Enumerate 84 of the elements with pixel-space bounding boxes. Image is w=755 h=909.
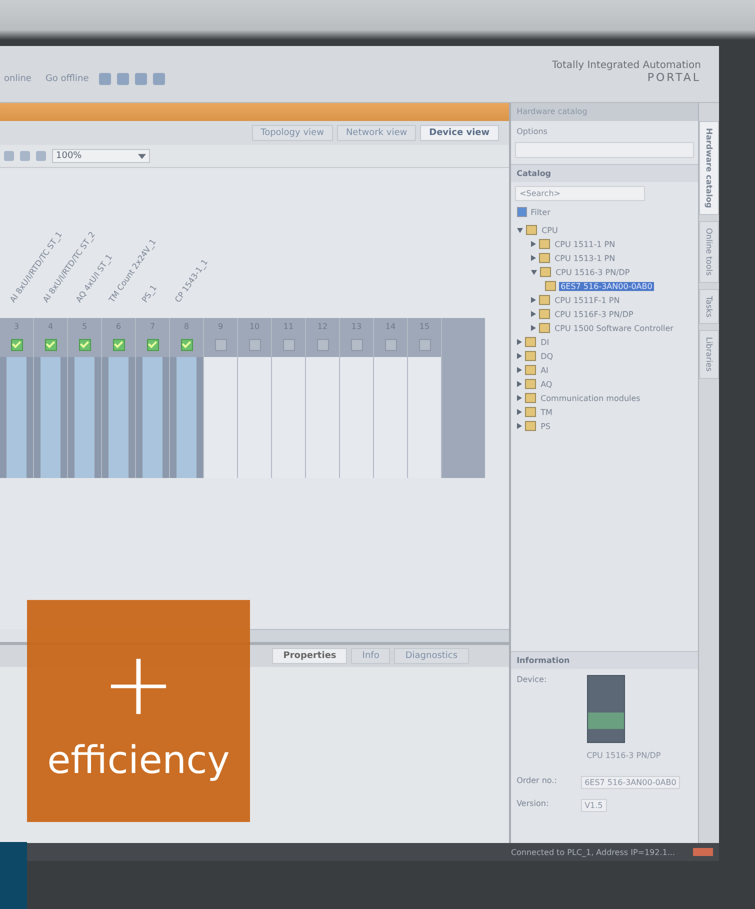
module-drawing [586, 675, 625, 743]
tree-item[interactable]: Communication modules [538, 394, 642, 402]
module-slot[interactable] [102, 357, 135, 478]
toolbar-icon[interactable] [98, 73, 111, 85]
scroll-bar[interactable] [250, 629, 509, 642]
folder-icon [538, 253, 550, 263]
folder-icon [538, 323, 550, 333]
search-field[interactable]: <Search> [514, 186, 645, 201]
tree-item[interactable]: CPU 1516F-3 PN/DP [552, 310, 636, 318]
folder-icon [526, 225, 537, 235]
folder-icon [524, 393, 536, 403]
tree-item[interactable]: TM [538, 408, 554, 416]
toolbar-button[interactable]: Go offline [41, 74, 93, 84]
tree-item[interactable]: 6ES7 516-3AN00-0AB0 [558, 282, 654, 290]
inspector-tab[interactable]: Diagnostics [394, 648, 469, 664]
section-heading: Information [510, 651, 698, 669]
tree-item[interactable]: CPU 1513-1 PN [552, 254, 618, 262]
panel-title: Hardware catalog [510, 103, 698, 121]
folder-icon [538, 295, 550, 305]
module-slot[interactable] [136, 357, 169, 478]
view-tab[interactable]: Device view [420, 125, 499, 141]
side-tab[interactable]: Libraries [699, 330, 719, 379]
module-slot[interactable] [34, 357, 67, 478]
side-tab[interactable]: Hardware catalog [699, 121, 719, 216]
module-slot[interactable] [204, 357, 237, 478]
toolbar-icon[interactable] [116, 73, 129, 85]
folder-icon [524, 421, 536, 431]
tree-item[interactable]: CPU 1500 Software Controller [552, 324, 676, 332]
field-label: Version: [516, 799, 550, 810]
folder-icon [538, 309, 550, 319]
module-slot[interactable] [170, 357, 203, 478]
side-tab[interactable]: Tasks [699, 288, 719, 324]
folder-icon [524, 365, 536, 375]
tree-item[interactable]: AQ [538, 380, 554, 388]
module-slot[interactable] [374, 357, 407, 478]
zoom-dropdown[interactable]: 100% [52, 149, 150, 163]
toolbar-icon[interactable] [134, 73, 147, 85]
folder-icon [524, 337, 536, 347]
folder-icon [524, 379, 536, 389]
folder-icon [524, 351, 536, 361]
section-heading: Catalog [510, 164, 698, 182]
module-slot[interactable] [0, 357, 33, 478]
status-indicator [693, 848, 713, 856]
module-slot[interactable] [272, 357, 305, 478]
folder-icon [538, 239, 550, 249]
view-tab[interactable]: Network view [336, 125, 416, 141]
module-slot[interactable] [340, 357, 373, 478]
checkbox[interactable] [516, 207, 527, 217]
section-heading: Options [516, 126, 548, 138]
module-slot[interactable] [238, 357, 271, 478]
tree-item[interactable]: CPU [540, 226, 560, 234]
input-field[interactable]: 6ES7 516-3AN00-0AB0 [580, 776, 680, 789]
tree-item[interactable]: CPU 1511-1 PN [552, 240, 618, 248]
status-text: Connected to PLC_1, Address IP=192.1... [510, 848, 675, 856]
toolbar-button[interactable]: online [0, 74, 36, 84]
tree-item[interactable]: PS [538, 422, 552, 430]
device-name: CPU 1516-3 PN/DP [586, 751, 661, 760]
tree-item[interactable]: DI [538, 338, 552, 346]
module-slot[interactable] [408, 357, 441, 478]
filter-label: Filter [530, 208, 550, 216]
dropdown-arrow-icon[interactable] [138, 154, 146, 158]
plus-sign: + [102, 640, 176, 728]
tree-item[interactable]: AI [538, 366, 550, 374]
toolbar-icon[interactable] [152, 73, 165, 85]
product-title: Totally Integrated Automation [552, 60, 701, 71]
field-label: Order no.: [516, 776, 558, 787]
inspector-tab[interactable]: Properties [272, 648, 348, 664]
corner-block [0, 842, 27, 909]
badge-text: efficiency [47, 738, 230, 782]
tree-item[interactable]: CPU 1516-3 PN/DP [554, 268, 632, 276]
tree-item[interactable]: CPU 1511F-1 PN [552, 296, 622, 304]
module-slot[interactable] [68, 357, 101, 478]
view-tab[interactable]: Topology view [252, 125, 333, 141]
options-field[interactable] [514, 142, 694, 158]
side-tab[interactable]: Online tools [699, 221, 719, 283]
inspector-tab[interactable]: Info [351, 648, 390, 664]
input-field[interactable]: V1.5 [580, 799, 607, 812]
module-slot[interactable] [306, 357, 339, 478]
folder-icon [540, 267, 551, 277]
folder-icon [544, 281, 556, 291]
field-label: Device: [516, 675, 548, 686]
product-subtitle: PORTAL [647, 71, 701, 84]
tree-item[interactable]: DQ [538, 352, 556, 360]
folder-icon [524, 407, 536, 417]
